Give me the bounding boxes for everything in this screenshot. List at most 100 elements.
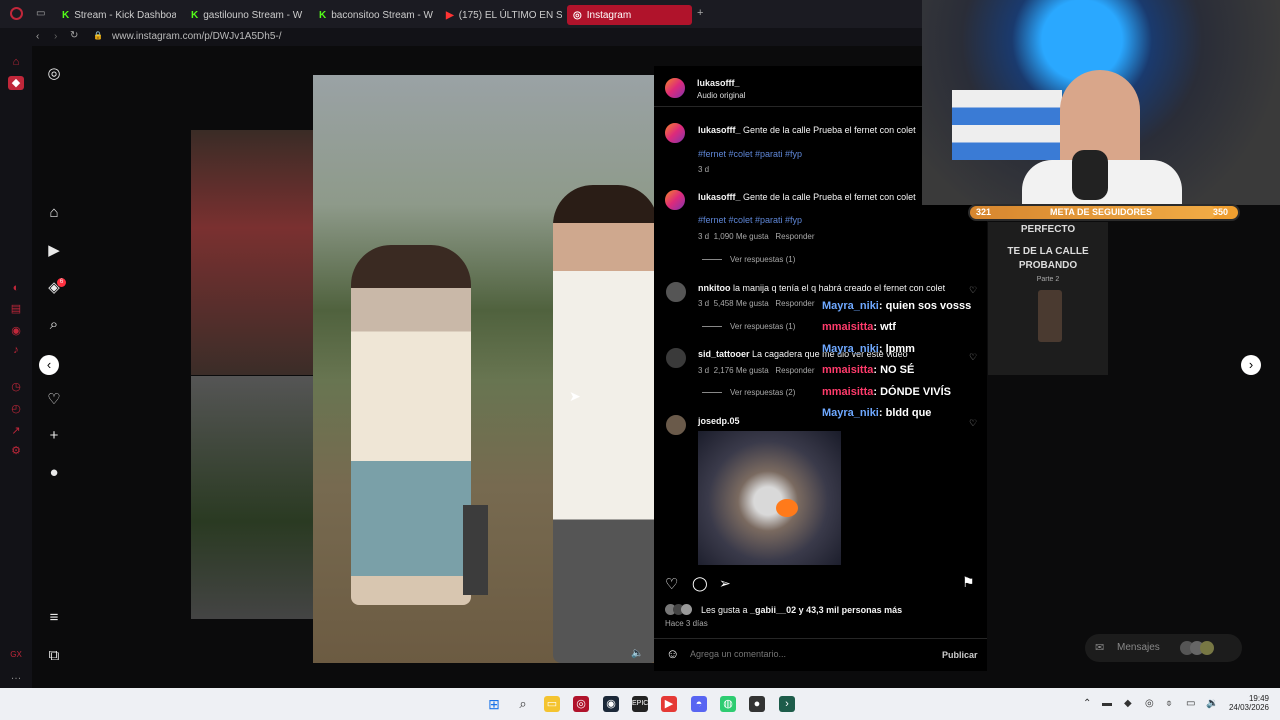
tab-instagram[interactable]: ◎ Instagram	[567, 5, 692, 25]
reels-icon[interactable]: ▶	[44, 241, 64, 261]
instagram-logo-icon[interactable]: ◎	[44, 64, 64, 84]
fire-shape	[776, 499, 798, 517]
author-avatar[interactable]	[663, 76, 687, 100]
tray-expand-icon[interactable]: ⌃	[1083, 698, 1091, 709]
forward-icon[interactable]: ›	[54, 31, 57, 42]
more-icon[interactable]: …	[8, 670, 24, 684]
steam-icon[interactable]: ◉	[603, 696, 619, 712]
tab-menu-icon[interactable]: ▭	[36, 8, 45, 19]
trash-bin	[463, 505, 488, 595]
reload-icon[interactable]: ↻	[70, 30, 78, 41]
network-icon[interactable]: ▭	[1186, 698, 1195, 709]
url-text[interactable]: www.instagram.com/p/DWJv1A5Dh5-/	[112, 31, 282, 42]
messenger-icon[interactable]: ◐	[8, 282, 24, 296]
like-comment-icon[interactable]: ♡	[969, 285, 977, 296]
opera-logo-icon[interactable]	[10, 7, 23, 20]
tab-gastilouno[interactable]: Kgastilouno Stream - W	[185, 5, 305, 25]
post-author[interactable]: lukasofff_	[697, 78, 740, 88]
background-reel-thumb	[191, 376, 313, 619]
whatsapp-icon[interactable]: ◍	[720, 696, 736, 712]
audio-label[interactable]: Audio original	[697, 91, 745, 100]
discord-icon[interactable]: ◓	[691, 696, 707, 712]
comment-avatar[interactable]	[664, 346, 688, 370]
previous-post-icon[interactable]: ‹	[39, 355, 59, 375]
apps-icon[interactable]: ⧉	[44, 647, 64, 667]
discord-icon[interactable]: ◉	[8, 324, 24, 338]
microphone-icon	[1072, 150, 1108, 200]
save-bookmark-icon[interactable]: ⚑	[962, 574, 975, 591]
terminal-icon[interactable]: ›	[779, 696, 795, 712]
share-icon[interactable]: ➢	[719, 575, 731, 592]
media-player-icon[interactable]: ▶	[661, 696, 677, 712]
reel-video[interactable]: 🔈	[313, 75, 658, 663]
comment-avatar[interactable]	[664, 413, 688, 437]
reply-link[interactable]: Responder	[775, 232, 814, 241]
heart-icon[interactable]: ♡	[44, 390, 64, 410]
share-icon[interactable]: ↗	[8, 424, 24, 438]
file-explorer-icon[interactable]: ▭	[544, 696, 560, 712]
likes-summary[interactable]: Les gusta a _gabii__02 y 43,3 mil person…	[701, 605, 902, 615]
home-icon[interactable]: ⌂	[8, 56, 24, 70]
tab-kick-dashboard[interactable]: K Stream - Kick Dashboa	[56, 5, 176, 25]
back-icon[interactable]: ‹	[36, 31, 39, 42]
next-post-icon[interactable]: ›	[1241, 355, 1261, 375]
comment-tags[interactable]: #fernet #colet #parati #fyp	[698, 215, 802, 225]
search-icon[interactable]: ⌕	[515, 696, 531, 712]
obs-icon[interactable]: ●	[749, 696, 765, 712]
webcam-feed	[922, 0, 1280, 205]
publish-button[interactable]: Publicar	[942, 650, 978, 660]
comment-gif[interactable]	[698, 431, 841, 565]
epic-games-icon[interactable]: EPIC	[632, 696, 648, 712]
comment-user[interactable]: josedp.05	[698, 416, 740, 426]
tray-app-icon[interactable]: ◎	[1145, 698, 1154, 709]
view-replies-link[interactable]: Ver respuestas (1)	[702, 322, 795, 331]
tab-youtube[interactable]: ▶(175) EL ÚLTIMO EN SALIR	[440, 5, 562, 25]
instagram-icon: ◎	[573, 9, 582, 21]
volume-icon[interactable]: 🔈	[631, 648, 643, 659]
create-icon[interactable]: +	[44, 427, 64, 447]
gx-icon[interactable]: GX	[8, 650, 24, 664]
reply-link[interactable]: Responder	[775, 366, 814, 375]
chat-message: Mayra_niki: bldd que	[822, 407, 932, 419]
tray-app-icon[interactable]: ◆	[1124, 698, 1132, 709]
caption-tags[interactable]: #fernet #colet #parati #fyp	[698, 149, 802, 159]
kick-icon: K	[319, 9, 327, 21]
comment-avatar[interactable]	[663, 188, 687, 212]
comment-icon[interactable]: ◯	[692, 575, 708, 592]
reply-link[interactable]: Responder	[775, 299, 814, 308]
person-right	[553, 185, 658, 663]
volume-icon[interactable]: 🔉	[1206, 698, 1218, 709]
like-comment-icon[interactable]: ♡	[969, 352, 977, 363]
tab-baconsitoo[interactable]: Kbaconsitoo Stream - W	[313, 5, 433, 25]
menu-icon[interactable]: ≡	[44, 609, 64, 629]
caption-avatar[interactable]	[663, 121, 687, 145]
view-replies-link[interactable]: Ver respuestas (1)	[702, 255, 795, 264]
follower-goal-bar: 321 META DE SEGUIDORES 350	[968, 204, 1240, 221]
like-icon[interactable]: ♡	[665, 575, 678, 593]
clock[interactable]: 19:49 24/03/2026	[1225, 694, 1269, 712]
emoji-icon[interactable]: ☺	[666, 646, 679, 661]
profile-avatar-icon[interactable]: ●	[44, 464, 64, 484]
like-comment-icon[interactable]: ♡	[969, 418, 977, 429]
new-tab-icon[interactable]: +	[697, 7, 703, 19]
history-icon[interactable]: ◷	[8, 380, 24, 394]
opera-gx-icon[interactable]: ◎	[573, 696, 589, 712]
comment-meta: 3 d 5,458 Me gusta Responder	[698, 299, 815, 308]
view-replies-link[interactable]: Ver respuestas (2)	[702, 388, 795, 397]
messages-pill[interactable]: ✉ Mensajes	[1085, 634, 1242, 662]
home-icon[interactable]: ⌂	[44, 204, 64, 224]
clock-icon[interactable]: ◴	[8, 402, 24, 416]
music-icon[interactable]: ♪	[8, 344, 24, 358]
bag-icon[interactable]: ▤	[8, 302, 24, 316]
battery-icon[interactable]: ▬	[1102, 698, 1112, 709]
microphone-icon[interactable]: ⌽	[1166, 698, 1172, 709]
comment-meta: 3 d 1,090 Me gusta Responder	[698, 232, 815, 241]
search-icon[interactable]: ⌕	[44, 316, 64, 336]
comment-meta: 3 d 2,176 Me gusta Responder	[698, 366, 815, 375]
windows-start-icon[interactable]: ⊞	[486, 696, 502, 712]
game-controller-icon[interactable]: ◆	[8, 76, 24, 90]
settings-icon[interactable]: ⚙	[8, 444, 24, 458]
comment-avatar[interactable]	[664, 280, 688, 304]
flag-shape	[952, 90, 1062, 160]
comment-input[interactable]	[690, 645, 930, 663]
